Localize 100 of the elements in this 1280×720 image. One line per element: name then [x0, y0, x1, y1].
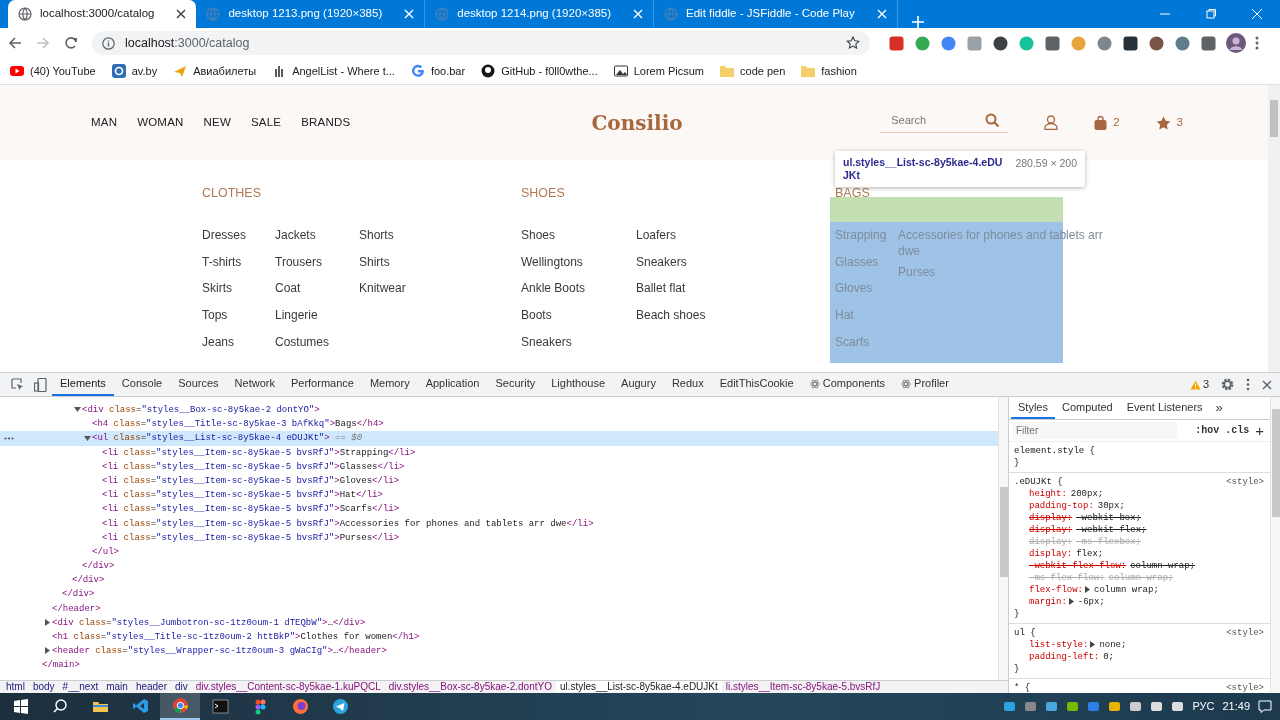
tray-icon[interactable]: [1024, 700, 1038, 713]
menu-link[interactable]: Shoes: [521, 222, 636, 249]
source-link[interactable]: <style>: [1226, 476, 1264, 488]
menu-link[interactable]: Ankle Boots: [521, 275, 636, 303]
more-icon[interactable]: [4, 437, 14, 441]
extension-icon[interactable]: [1148, 34, 1165, 52]
caret-right-icon[interactable]: [44, 647, 51, 655]
devtools-tab[interactable]: Console: [113, 373, 171, 396]
extension-icon[interactable]: [1044, 34, 1061, 52]
devtools-tab[interactable]: Application: [417, 373, 488, 396]
source-link[interactable]: <style>: [1226, 682, 1264, 693]
close-icon[interactable]: [176, 9, 187, 19]
windows-logo-icon[interactable]: [11, 698, 29, 715]
extension-icon[interactable]: [992, 34, 1009, 52]
breadcrumb[interactable]: ul.styles__List-sc-8y5kae-4.eDUJKt: [555, 681, 722, 692]
bookmark[interactable]: fashion: [801, 62, 857, 80]
restore-icon[interactable]: [1206, 9, 1216, 19]
user-icon[interactable]: [1044, 115, 1059, 130]
keyboard-language[interactable]: РУС: [1192, 698, 1215, 715]
devtools-tab[interactable]: Components: [801, 373, 894, 396]
paper-plane-icon[interactable]: [331, 698, 349, 715]
bookmark[interactable]: Авиабилеты: [173, 62, 257, 80]
bookmark[interactable]: AngelList - Where t...: [272, 62, 395, 80]
code-editor-icon[interactable]: [131, 698, 149, 715]
breadcrumb[interactable]: #__next: [58, 681, 103, 692]
caret-right-icon[interactable]: [1090, 641, 1097, 649]
breadcrumb[interactable]: main: [102, 681, 132, 692]
breadcrumb[interactable]: body: [28, 681, 59, 692]
devtools-tab[interactable]: Memory: [361, 373, 418, 396]
devtools-tab[interactable]: Network: [226, 373, 283, 396]
browser-icon[interactable]: [171, 697, 189, 714]
devtools-tab[interactable]: Redux: [663, 373, 712, 396]
styles-tab[interactable]: Event Listeners: [1119, 397, 1210, 419]
reload-icon[interactable]: [64, 36, 78, 50]
close-icon[interactable]: [1262, 379, 1272, 390]
menu-link[interactable]: Coat: [275, 275, 359, 303]
star-outline-icon[interactable]: [846, 36, 860, 50]
menu-link[interactable]: Tops: [202, 302, 275, 329]
back-arrow-icon[interactable]: [8, 36, 22, 50]
hov-toggle[interactable]: :hov: [1195, 423, 1220, 438]
menu-link[interactable]: Shorts: [359, 222, 406, 249]
menu-link[interactable]: Lingerie: [275, 302, 359, 329]
menu-link[interactable]: Jeans: [202, 328, 275, 356]
cls-toggle[interactable]: .cls: [1225, 423, 1250, 438]
inspect-icon[interactable]: [11, 378, 24, 391]
devtools-tab[interactable]: Security: [487, 373, 544, 396]
menu-link[interactable]: Jackets: [275, 222, 359, 249]
selected-row[interactable]: <ul class="styles__List-sc-8y5kae-4 eDUJKt"> == $0: [0, 431, 998, 446]
clock[interactable]: 21:49: [1222, 698, 1250, 715]
nav-link[interactable]: MAN: [91, 113, 118, 132]
nav-link[interactable]: NEW: [203, 113, 231, 132]
menu-link[interactable]: Skirts: [202, 275, 275, 303]
more-menu-icon[interactable]: [1246, 378, 1250, 391]
menu-link[interactable]: Ballet flat: [636, 275, 706, 303]
filter-field[interactable]: Filter: [1012, 422, 1177, 439]
caret-right-icon[interactable]: [1068, 598, 1075, 606]
menu-link[interactable]: Costumes: [275, 328, 359, 356]
caret-down-icon[interactable]: [84, 434, 91, 442]
menu-link[interactable]: T-shirts: [202, 248, 275, 276]
bookmark[interactable]: Lorem Picsum: [613, 62, 704, 80]
devtools-tab[interactable]: EditThisCookie: [711, 373, 802, 396]
browser-tab[interactable]: desktop 1214.png (1920×385): [425, 0, 654, 28]
bookmark[interactable]: code pen: [720, 62, 786, 80]
address-bar[interactable]: localhost:3000/catalog: [92, 31, 870, 55]
settings-icon[interactable]: [1221, 378, 1234, 391]
browser-tab[interactable]: desktop 1213.png (1920×385): [196, 0, 426, 28]
bookmark[interactable]: av.by: [111, 62, 158, 80]
fox-browser-icon[interactable]: [291, 698, 309, 715]
shopping-bag-icon[interactable]: [1094, 115, 1108, 130]
devtools-tab[interactable]: Sources: [170, 373, 227, 396]
menu-link[interactable]: Beach shoes: [636, 302, 706, 329]
extension-icon[interactable]: [1200, 34, 1217, 52]
nav-link[interactable]: SALE: [250, 113, 282, 132]
bookmark[interactable]: GitHub - f0ll0wthe...: [481, 62, 598, 80]
terminal-icon[interactable]: [211, 698, 229, 715]
nav-link[interactable]: WOMAN: [137, 113, 184, 132]
devtools-tab[interactable]: Profiler: [893, 373, 957, 396]
menu-link[interactable]: Sneakers: [521, 328, 636, 356]
extension-icon[interactable]: [1122, 34, 1139, 52]
devtools-tab[interactable]: Augury: [613, 373, 664, 396]
notification-icon[interactable]: [1258, 700, 1272, 713]
breadcrumb[interactable]: div: [171, 681, 192, 692]
menu-link[interactable]: Sneakers: [636, 248, 706, 276]
caret-down-icon[interactable]: [74, 406, 81, 414]
device-icon[interactable]: [34, 377, 47, 392]
tray-icon[interactable]: [1045, 700, 1059, 713]
menu-link[interactable]: Loafers: [636, 222, 706, 249]
breadcrumb[interactable]: div.styles__Content-sc-8y5kae-1.kuPQCL: [191, 681, 385, 692]
star-icon[interactable]: [1155, 115, 1171, 130]
breadcrumb[interactable]: html: [2, 681, 29, 692]
search-icon[interactable]: [51, 698, 69, 715]
source-link[interactable]: <style>: [1226, 627, 1264, 639]
devtools-tab[interactable]: Elements: [52, 373, 114, 396]
menu-link[interactable]: Boots: [521, 302, 636, 329]
styles-tab[interactable]: Styles: [1011, 397, 1055, 419]
menu-link[interactable]: Knitwear: [359, 275, 406, 303]
profile-avatar[interactable]: [1226, 33, 1246, 53]
bookmark[interactable]: (40) YouTube: [10, 62, 96, 80]
menu-link[interactable]: Trousers: [275, 248, 359, 276]
breadcrumb[interactable]: header: [131, 681, 171, 692]
